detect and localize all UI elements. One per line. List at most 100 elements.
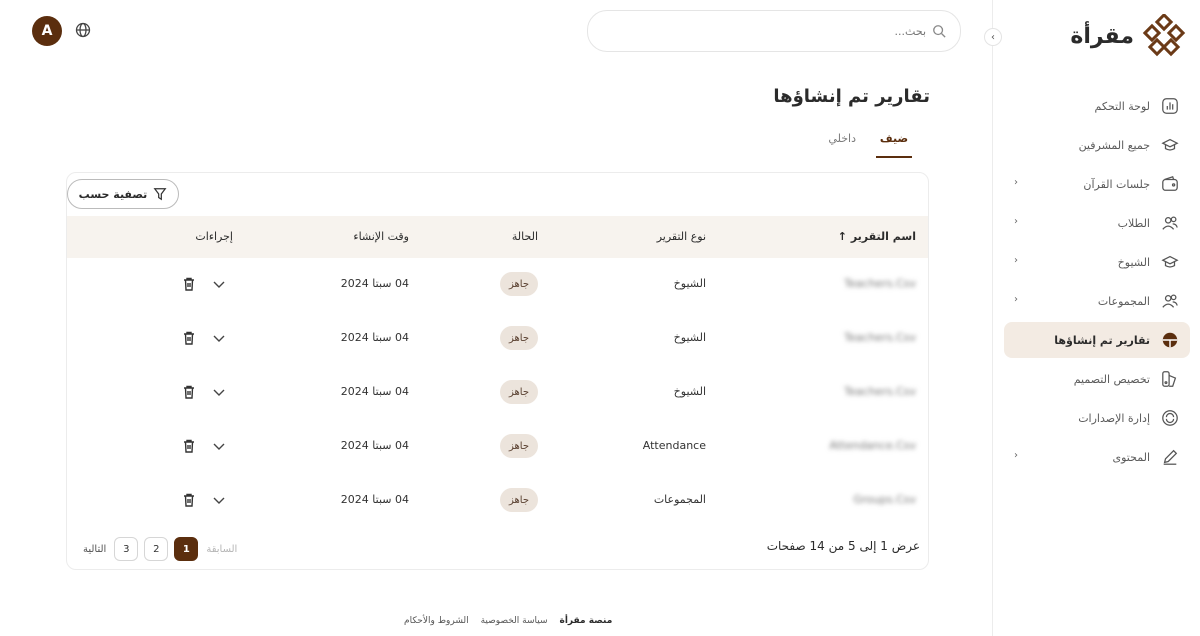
trash-icon[interactable] <box>181 276 197 292</box>
sidebar-item-releases[interactable]: إدارة الإصدارات <box>1004 400 1190 436</box>
brand[interactable]: مقرأة <box>1070 14 1186 58</box>
search-input[interactable] <box>626 24 926 38</box>
created-time: 04 سبتا 2024 <box>340 493 409 506</box>
footer-platform: منصة مقرأة <box>559 616 613 626</box>
brand-name: مقرأة <box>1070 23 1134 49</box>
chevron-down-icon[interactable] <box>211 438 227 454</box>
pagination-prev[interactable]: السابقة <box>204 544 239 555</box>
reports-table-card: تصفية حسب اسم التقرير ↑ نوع التقرير الحا… <box>66 172 929 570</box>
table-row: Groups.Csv المجموعات جاهز 04 سبتا 2024 <box>67 474 928 528</box>
footer: منصة مقرأة سياسة الخصوصية الشروط والأحكا… <box>404 616 612 626</box>
status-badge: جاهز <box>500 434 538 458</box>
sidebar-nav: لوحة التحكم جميع المشرفين جلسات القرآن ‹… <box>1004 88 1190 478</box>
trash-icon[interactable] <box>181 384 197 400</box>
report-type: Attendance <box>642 439 706 452</box>
sidebar-item-label: تخصيص التصميم <box>1073 372 1150 386</box>
sidebar-item-groups[interactable]: المجموعات ‹ <box>1004 283 1190 319</box>
sidebar-item-label: جميع المشرفين <box>1078 138 1150 152</box>
status-badge: جاهز <box>500 326 538 350</box>
design-icon <box>1160 369 1180 389</box>
report-type: الشيوخ <box>673 277 706 290</box>
users-icon <box>1160 213 1180 233</box>
footer-privacy-link[interactable]: سياسة الخصوصية <box>481 616 548 626</box>
brand-logo-icon <box>1142 14 1186 57</box>
trash-icon[interactable] <box>181 492 197 508</box>
report-name[interactable]: Teachers.Csv <box>844 331 916 344</box>
report-name[interactable]: Teachers.Csv <box>844 385 916 398</box>
search-bar[interactable] <box>587 10 961 52</box>
report-name[interactable]: Teachers.Csv <box>844 277 916 290</box>
tab-internal[interactable]: داخلي <box>822 132 862 158</box>
report-type: الشيوخ <box>673 385 706 398</box>
column-header-type: نوع التقرير <box>656 230 706 243</box>
column-header-label: اسم التقرير <box>850 230 916 243</box>
sidebar-item-label: المحتوى <box>1112 450 1150 464</box>
report-name[interactable]: Attendance.Csv <box>829 439 916 452</box>
chevron-left-icon: ‹ <box>1014 177 1018 188</box>
sidebar-item-students[interactable]: الطلاب ‹ <box>1004 205 1190 241</box>
page-title: تقارير تم إنشاؤها <box>773 86 930 107</box>
pagination: التالية 3 2 1 السابقة <box>81 537 239 561</box>
wallet-icon <box>1160 174 1180 194</box>
chevron-down-icon[interactable] <box>211 330 227 346</box>
created-time: 04 سبتا 2024 <box>340 385 409 398</box>
avatar[interactable]: A <box>32 16 62 46</box>
table-row: Attendance.Csv Attendance جاهز 04 سبتا 2… <box>67 420 928 474</box>
filter-label: تصفية حسب <box>78 187 148 201</box>
edit-icon <box>1160 447 1180 467</box>
graduation-cap-icon <box>1160 252 1180 272</box>
sidebar: › مقرأة لوحة التحكم جميع المشرفين جلسات … <box>984 0 1200 636</box>
pagination-next[interactable]: التالية <box>81 544 108 555</box>
created-time: 04 سبتا 2024 <box>340 439 409 452</box>
sidebar-item-reports[interactable]: تقارير تم إنشاؤها <box>1004 322 1190 358</box>
search-icon <box>933 25 946 38</box>
sidebar-collapse-button[interactable]: › <box>984 28 1002 46</box>
tab-guest[interactable]: ضيف <box>876 132 912 158</box>
sidebar-item-sheikhs[interactable]: الشيوخ ‹ <box>1004 244 1190 280</box>
table-header: اسم التقرير ↑ نوع التقرير الحالة وقت الإ… <box>67 216 928 258</box>
created-time: 04 سبتا 2024 <box>340 331 409 344</box>
chevron-left-icon: ‹ <box>1014 294 1018 305</box>
status-badge: جاهز <box>500 272 538 296</box>
sidebar-item-label: الشيوخ <box>1117 255 1150 269</box>
report-type: الشيوخ <box>673 331 706 344</box>
group-icon <box>1160 291 1180 311</box>
filter-button[interactable]: تصفية حسب <box>67 179 179 209</box>
sidebar-item-label: لوحة التحكم <box>1094 99 1150 113</box>
chevron-down-icon[interactable] <box>211 492 227 508</box>
column-header-created: وقت الإنشاء <box>353 230 409 243</box>
column-header-status: الحالة <box>511 230 538 243</box>
sidebar-item-quran-sessions[interactable]: جلسات القرآن ‹ <box>1004 166 1190 202</box>
chevron-left-icon: ‹ <box>1014 450 1018 461</box>
chevron-left-icon: ‹ <box>1014 255 1018 266</box>
trash-icon[interactable] <box>181 438 197 454</box>
chevron-down-icon[interactable] <box>211 276 227 292</box>
chevron-down-icon[interactable] <box>211 384 227 400</box>
sidebar-item-label: إدارة الإصدارات <box>1078 411 1150 425</box>
report-name[interactable]: Groups.Csv <box>853 493 916 506</box>
sidebar-item-label: تقارير تم إنشاؤها <box>1054 333 1150 347</box>
sidebar-item-content[interactable]: المحتوى ‹ <box>1004 439 1190 475</box>
created-time: 04 سبتا 2024 <box>340 277 409 290</box>
page-button-3[interactable]: 3 <box>114 537 139 561</box>
table-row: Teachers.Csv الشيوخ جاهز 04 سبتا 2024 <box>67 366 928 420</box>
report-type: المجموعات <box>653 493 706 506</box>
graduation-cap-icon <box>1160 135 1180 155</box>
pagination-info: عرض 1 إلى 5 من 14 صفحات <box>766 539 920 553</box>
sidebar-item-label: المجموعات <box>1097 294 1150 308</box>
sidebar-item-supervisors[interactable]: جميع المشرفين <box>1004 127 1190 163</box>
globe-icon[interactable] <box>75 22 91 38</box>
page-button-2[interactable]: 2 <box>144 537 169 561</box>
sort-arrow-up-icon: ↑ <box>837 230 847 243</box>
status-badge: جاهز <box>500 380 538 404</box>
page-button-1[interactable]: 1 <box>174 537 199 561</box>
footer-terms-link[interactable]: الشروط والأحكام <box>404 616 469 626</box>
column-header-name[interactable]: اسم التقرير ↑ <box>838 230 916 243</box>
column-header-actions: إجراءات <box>195 230 233 243</box>
refresh-icon <box>1160 408 1180 428</box>
sidebar-item-dashboard[interactable]: لوحة التحكم <box>1004 88 1190 124</box>
sidebar-item-design[interactable]: تخصيص التصميم <box>1004 361 1190 397</box>
trash-icon[interactable] <box>181 330 197 346</box>
chart-icon <box>1160 96 1180 116</box>
sidebar-item-label: جلسات القرآن <box>1083 177 1150 191</box>
